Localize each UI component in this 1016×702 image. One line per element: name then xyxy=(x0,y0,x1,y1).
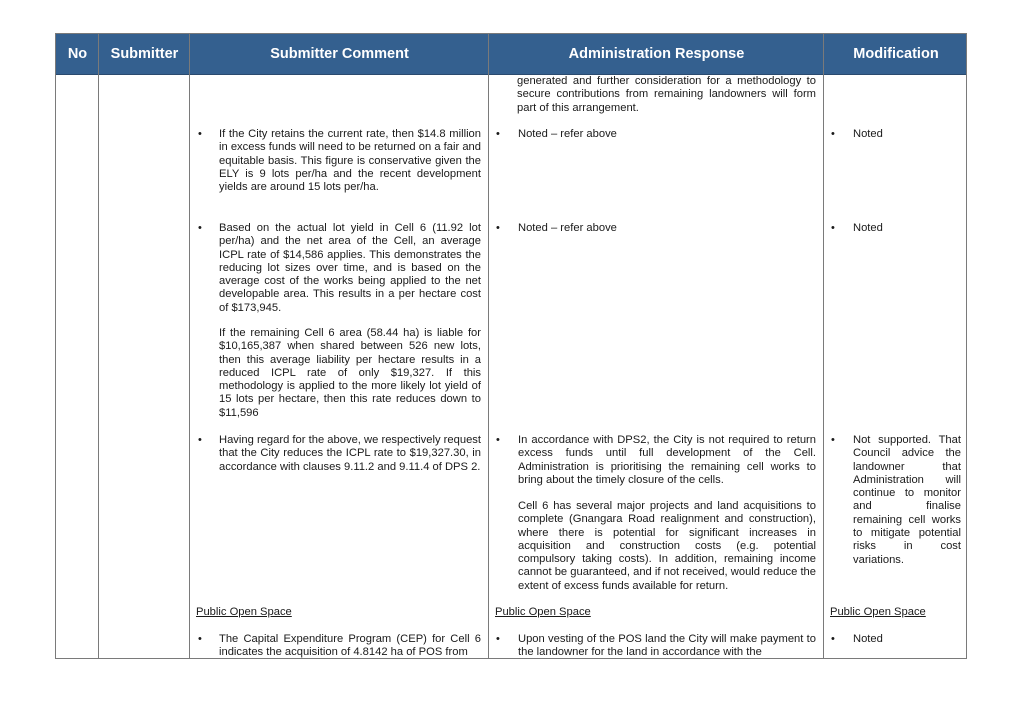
header-administration-response: Administration Response xyxy=(568,46,745,62)
bullet-icon: • xyxy=(496,128,500,140)
header-modification: Modification xyxy=(853,46,939,62)
bullet-icon: • xyxy=(831,633,835,645)
row1-response: Noted – refer above xyxy=(518,128,617,140)
row2-comment-paragraph-2: If the remaining Cell 6 area (58.44 ha) … xyxy=(219,327,481,419)
section-modification: Noted xyxy=(853,633,883,645)
bullet-icon: • xyxy=(198,633,202,645)
section-response: Upon vesting of the POS land the City wi… xyxy=(518,633,816,659)
column-divider xyxy=(488,34,489,658)
column-divider xyxy=(823,34,824,658)
bullet-icon: • xyxy=(831,222,835,234)
bullet-icon: • xyxy=(831,128,835,140)
section-heading-comment: Public Open Space xyxy=(196,606,292,618)
row2-comment: Based on the actual lot yield in Cell 6 … xyxy=(219,222,481,314)
row3-response: In accordance with DPS2, the City is not… xyxy=(518,434,816,486)
bullet-icon: • xyxy=(496,222,500,234)
row3-comment: Having regard for the above, we respecti… xyxy=(219,434,481,473)
column-divider xyxy=(189,34,190,658)
header-submitter-comment: Submitter Comment xyxy=(270,46,409,62)
bullet-icon: • xyxy=(831,434,835,446)
bullet-icon: • xyxy=(496,434,500,446)
header-submitter: Submitter xyxy=(110,46,179,62)
row2-modification: Noted xyxy=(853,222,883,234)
row3-modification: Not supported. That Council advice the l… xyxy=(853,434,961,566)
table-header: No Submitter Submitter Comment Administr… xyxy=(56,34,966,75)
section-heading-response: Public Open Space xyxy=(495,606,591,618)
continued-response-text: generated and further consideration for … xyxy=(517,75,816,114)
bullet-icon: • xyxy=(198,128,202,140)
bullet-icon: • xyxy=(496,633,500,645)
section-heading-modification: Public Open Space xyxy=(830,606,926,618)
header-no: No xyxy=(67,46,88,62)
bullet-icon: • xyxy=(198,434,202,446)
row2-response: Noted – refer above xyxy=(518,222,617,234)
submissions-table: No Submitter Submitter Comment Administr… xyxy=(55,33,967,659)
row3-response-paragraph-2: Cell 6 has several major projects and la… xyxy=(518,500,816,592)
bullet-icon: • xyxy=(198,222,202,234)
column-divider xyxy=(98,34,99,658)
row1-comment: If the City retains the current rate, th… xyxy=(219,128,481,194)
row1-modification: Noted xyxy=(853,128,883,140)
section-comment: The Capital Expenditure Program (CEP) fo… xyxy=(219,633,481,659)
